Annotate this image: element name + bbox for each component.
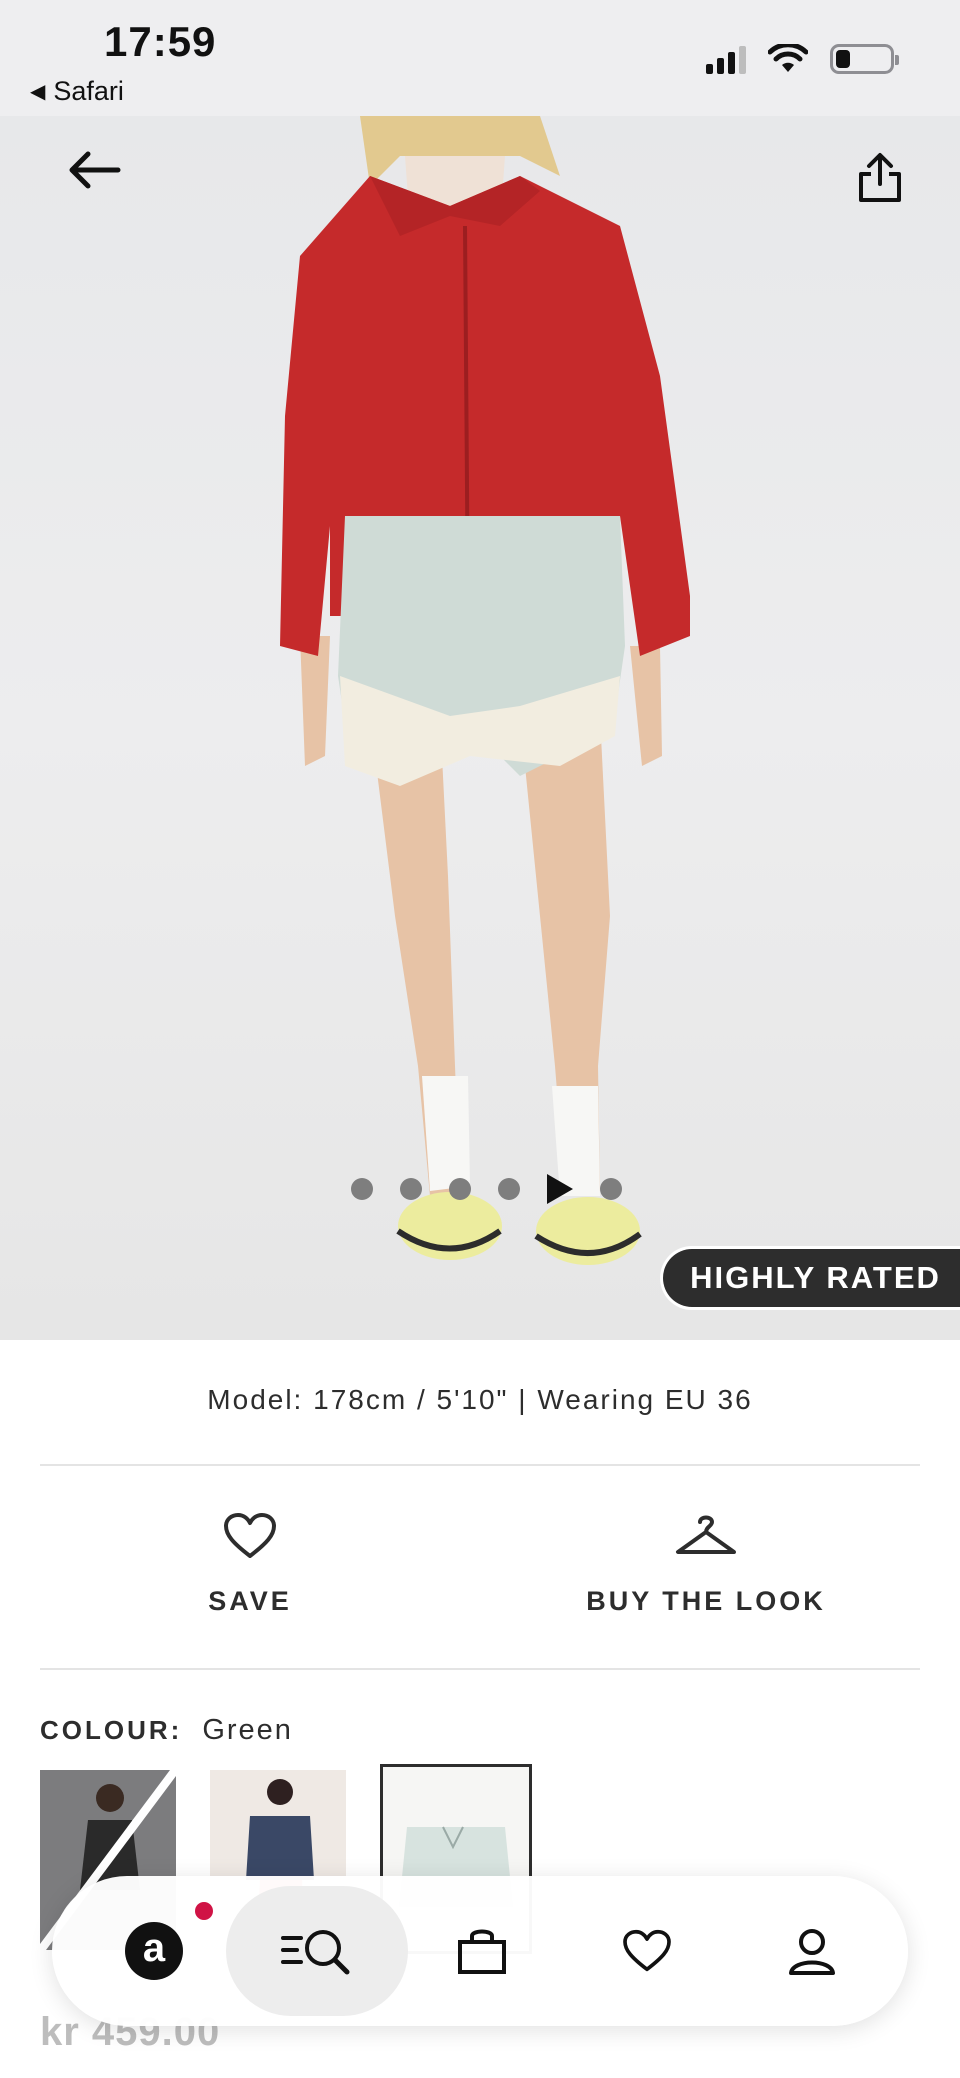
back-triangle-icon: ◀ [30,81,46,103]
battery-low-icon [830,44,899,74]
search-icon [281,1930,350,1975]
back-app-label: Safari [53,76,124,106]
highly-rated-badge: HIGHLY RATED [660,1246,960,1310]
carousel-dot[interactable] [448,1178,471,1200]
heart-icon [224,1513,276,1558]
model-photo [280,116,690,1265]
cellular-signal-icon [706,44,746,74]
status-bar: 17:59 ◀ Safari [0,0,960,116]
buy-the-look-button[interactable]: BUY THE LOOK [486,1512,926,1617]
model-info: Model: 178cm / 5'10" | Wearing EU 36 [207,1384,753,1415]
nav-search[interactable] [226,1876,408,2026]
product-image[interactable]: HIGHLY RATED [0,116,960,1340]
heart-icon [623,1929,671,1972]
wifi-icon [768,44,808,72]
back-to-app-link[interactable]: ◀ Safari [30,76,124,107]
home-icon: a [125,1902,213,1980]
share-button[interactable] [842,140,918,216]
arrow-left-icon [69,151,121,189]
divider [40,1464,920,1466]
bag-icon [458,1929,506,1974]
divider [40,1668,920,1670]
status-time: 17:59 [104,18,217,65]
carousel-dot[interactable] [399,1178,422,1200]
bottom-nav: a [52,1876,908,2026]
carousel-indicator [0,1174,960,1204]
hanger-icon [676,1515,736,1554]
colour-row: COLOUR: Green [40,1714,293,1747]
carousel-dot[interactable] [497,1178,520,1200]
carousel-video-play-icon[interactable] [546,1174,573,1204]
nav-bag[interactable] [412,1876,552,2026]
nav-saved[interactable] [577,1876,717,2026]
account-icon [789,1929,835,1975]
status-icons [706,44,899,74]
nav-account[interactable] [742,1876,882,2026]
carousel-dot[interactable] [350,1178,373,1200]
colour-value: Green [202,1714,293,1746]
notification-dot [195,1902,213,1920]
nav-home[interactable]: a [104,1876,213,2026]
home-logo-letter: a [142,1925,166,1970]
save-button[interactable]: SAVE [30,1512,470,1617]
save-label: SAVE [208,1586,292,1616]
carousel-dot[interactable] [599,1178,622,1200]
colour-label: COLOUR: [40,1715,183,1745]
back-button[interactable] [56,132,132,208]
share-icon [859,153,901,202]
buy-the-look-label: BUY THE LOOK [586,1586,826,1616]
